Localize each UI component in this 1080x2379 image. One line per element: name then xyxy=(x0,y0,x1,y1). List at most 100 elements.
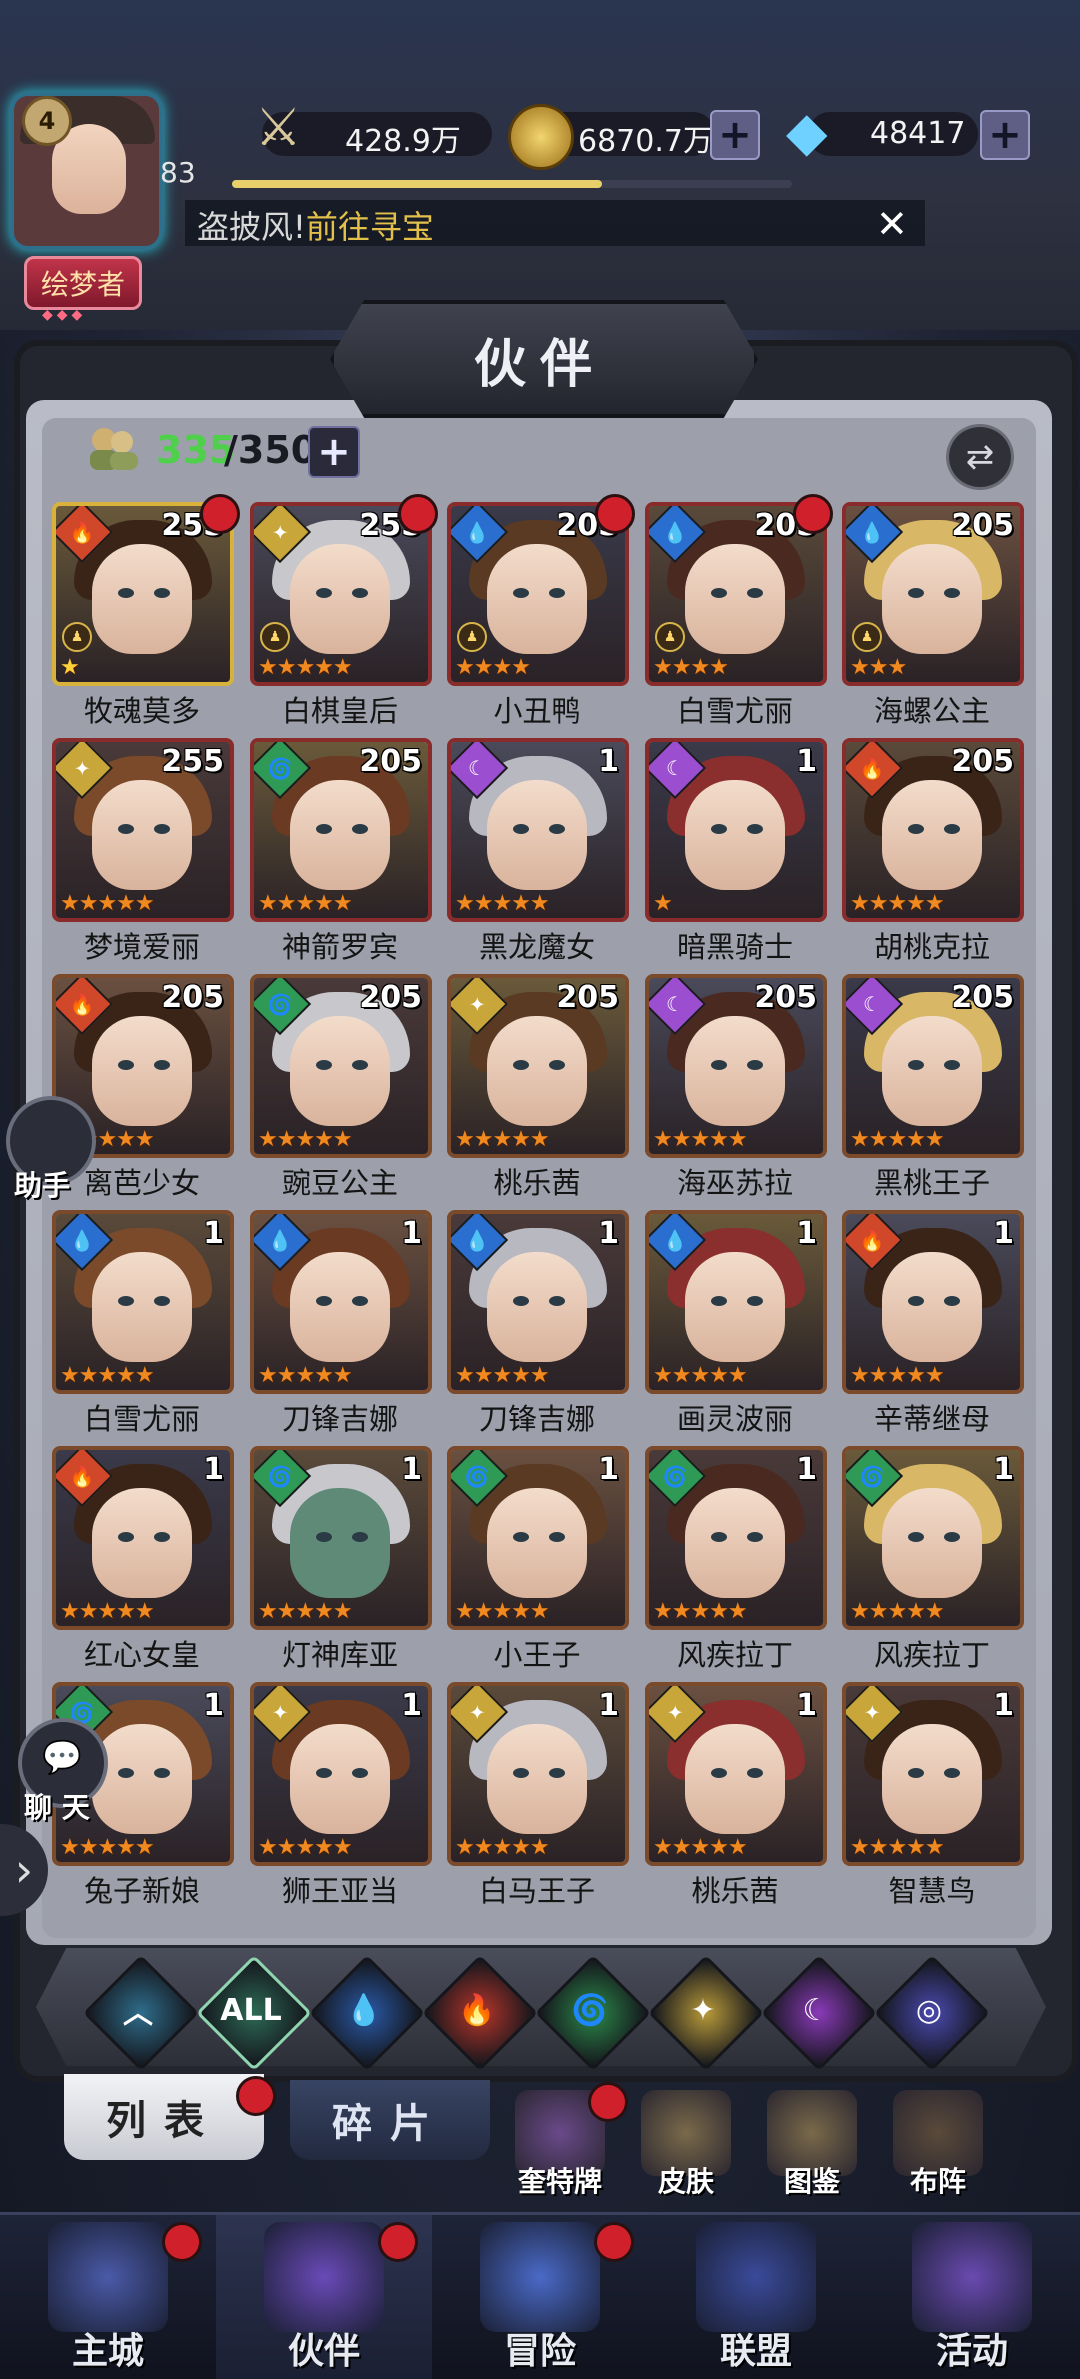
companion-count-icon xyxy=(90,428,138,470)
element-glyph: ☾ xyxy=(666,992,684,1016)
star-rating: ★★★★★ xyxy=(850,1127,945,1152)
player-title-badge[interactable]: 绘梦者 xyxy=(24,256,142,310)
companion-card[interactable]: ✦ 1 ★★★★★ xyxy=(250,1682,432,1866)
element-glyph: 🌀 xyxy=(267,992,293,1016)
companion-card[interactable]: 🌀 1 ★★★★★ xyxy=(645,1446,827,1630)
companion-card[interactable]: ☾ 1 ★ xyxy=(645,738,827,922)
star-rating: ★★★★★ xyxy=(60,891,155,916)
player-level: 83 xyxy=(160,156,196,189)
companion-card[interactable]: 🔥 205 ★★★★★ xyxy=(842,738,1024,922)
portrait-face xyxy=(882,1724,982,1834)
companion-card[interactable]: ✦ 1 ★★★★★ xyxy=(447,1682,629,1866)
star-rating: ★★★★★ xyxy=(258,1363,353,1388)
star-rating: ★ xyxy=(653,891,673,916)
companion-card[interactable]: 🌀 1 ★★★★★ xyxy=(842,1446,1024,1630)
portrait-eye xyxy=(908,1532,924,1542)
portrait-eye xyxy=(747,1296,763,1306)
add-gems-button[interactable]: + xyxy=(980,110,1030,160)
companion-card[interactable]: ☾ 205 ★★★★★ xyxy=(645,974,827,1158)
companion-name: 白棋皇后 xyxy=(281,694,398,728)
utility-label: 皮肤 xyxy=(657,2165,714,2198)
companion-name: 胡桃克拉 xyxy=(873,930,990,964)
element-glyph: 💧 xyxy=(464,1228,490,1252)
exp-bar-fill xyxy=(232,180,602,188)
element-glyph: ☾ xyxy=(666,756,684,780)
card-notice-dot xyxy=(793,494,833,534)
companion-name: 小王子 xyxy=(493,1638,581,1672)
portrait-eye xyxy=(711,1296,727,1306)
companion-card[interactable]: 💧 1 ★★★★★ xyxy=(250,1210,432,1394)
companion-name: 黑龙魔女 xyxy=(478,930,595,964)
tab-list[interactable]: 列表 xyxy=(64,2074,264,2160)
companion-count-max: /350 xyxy=(224,428,318,472)
portrait-eye xyxy=(908,588,924,598)
sort-toggle-button[interactable]: ⇄ xyxy=(946,424,1014,490)
portrait-eye xyxy=(513,1768,529,1778)
companion-card[interactable]: 🌀 1 ★★★★★ xyxy=(447,1446,629,1630)
portrait-eye xyxy=(118,1296,134,1306)
companion-card[interactable]: 💧 1 ★★★★★ xyxy=(645,1210,827,1394)
companion-card[interactable]: 💧 1 ★★★★★ xyxy=(447,1210,629,1394)
companion-card[interactable]: ✦ 255 ★★★★★ xyxy=(52,738,234,922)
portrait-eye xyxy=(316,1060,332,1070)
portrait-face xyxy=(882,1016,982,1126)
companion-card[interactable]: 🌀 205 ★★★★★ xyxy=(250,738,432,922)
star-rating: ★★★★★ xyxy=(455,1363,550,1388)
companion-card[interactable]: 🔥 1 ★★★★★ xyxy=(842,1210,1024,1394)
portrait-face xyxy=(290,1488,390,1598)
companion-level: 1 xyxy=(598,744,619,779)
portrait-eye xyxy=(352,1532,368,1542)
companion-card[interactable]: 💧 1 ★★★★★ xyxy=(52,1210,234,1394)
close-ticker-icon[interactable]: ✕ xyxy=(876,202,908,246)
card-notice-dot xyxy=(398,494,438,534)
star-rating: ★★★★★ xyxy=(258,1835,353,1860)
element-glyph: ☾ xyxy=(468,756,486,780)
star-rating: ★★★★★ xyxy=(850,1835,945,1860)
element-glyph: 🔥 xyxy=(859,1228,885,1252)
portrait-eye xyxy=(747,588,763,598)
portrait-eye xyxy=(908,824,924,834)
expand-capacity-button[interactable]: + xyxy=(308,426,360,478)
companion-card[interactable]: 🌀 205 ★★★★★ xyxy=(250,974,432,1158)
star-rating: ★★★★★ xyxy=(653,1363,748,1388)
ticker-link[interactable]: 前往寻宝 xyxy=(306,208,434,246)
element-glyph: ✦ xyxy=(73,755,91,780)
nav-label: 冒险 xyxy=(503,2331,576,2372)
companion-name: 桃乐茜 xyxy=(691,1874,779,1908)
portrait-eye xyxy=(316,588,332,598)
star-rating: ★★★★ xyxy=(653,655,729,680)
element-glyph: 🌀 xyxy=(464,1464,490,1488)
portrait-eye xyxy=(154,588,170,598)
portrait-eye xyxy=(154,1768,170,1778)
companion-card[interactable]: ✦ 1 ★★★★★ xyxy=(842,1682,1024,1866)
companion-level: 1 xyxy=(203,1452,224,1487)
portrait-face xyxy=(92,1724,192,1834)
nav-label: 联盟 xyxy=(719,2331,792,2372)
element-glyph: 💧 xyxy=(69,1228,95,1252)
companion-card[interactable]: 💧 205 ♟ ★★★ xyxy=(842,502,1024,686)
element-glyph: ☾ xyxy=(863,992,881,1016)
companion-name: 白雪尤丽 xyxy=(676,694,793,728)
portrait-face xyxy=(92,1252,192,1362)
companion-card[interactable]: ✦ 205 ★★★★★ xyxy=(447,974,629,1158)
add-gold-button[interactable]: + xyxy=(710,110,760,160)
portrait-face xyxy=(92,1488,192,1598)
element-glyph: 🌀 xyxy=(267,756,293,780)
star-rating: ★★★★★ xyxy=(653,1599,748,1624)
portrait-eye xyxy=(118,824,134,834)
companion-card[interactable]: ✦ 1 ★★★★★ xyxy=(645,1682,827,1866)
companion-card[interactable]: ☾ 1 ★★★★★ xyxy=(447,738,629,922)
portrait-eye xyxy=(908,1060,924,1070)
companion-card[interactable]: 🌀 1 ★★★★★ xyxy=(250,1446,432,1630)
water-filter-icon: 💧 xyxy=(345,1992,383,2028)
tab-fragments[interactable]: 碎片 xyxy=(290,2080,490,2160)
companion-name: 画灵波丽 xyxy=(676,1402,793,1436)
portrait-face xyxy=(685,1252,785,1362)
portrait-eye xyxy=(711,1532,727,1542)
star-rating: ★★★★★ xyxy=(60,1363,155,1388)
companion-name: 风疾拉丁 xyxy=(676,1638,793,1672)
portrait-face xyxy=(487,544,587,654)
companion-card[interactable]: 🔥 1 ★★★★★ xyxy=(52,1446,234,1630)
companion-card[interactable]: ☾ 205 ★★★★★ xyxy=(842,974,1024,1158)
nav-label: 伙伴 xyxy=(287,2331,360,2372)
